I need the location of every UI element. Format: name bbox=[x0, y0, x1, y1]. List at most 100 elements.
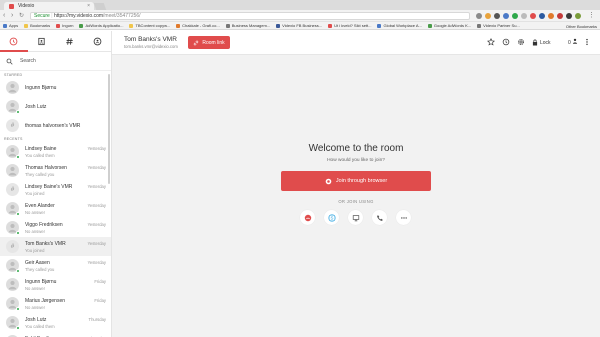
room-link-label: Room link bbox=[202, 39, 225, 46]
presence-dot bbox=[16, 307, 20, 311]
sidebar-tabs bbox=[0, 31, 111, 52]
back-icon[interactable]: ‹ bbox=[3, 12, 5, 19]
tab-close-icon[interactable]: × bbox=[87, 2, 90, 10]
star-icon[interactable] bbox=[486, 37, 496, 47]
sidebar: Search STARRED Ingunn Bjørnu Josh Lutz # th… bbox=[0, 31, 112, 337]
presence-dot bbox=[16, 231, 20, 235]
more-options-icon bbox=[400, 216, 407, 219]
extension-icon[interactable] bbox=[557, 13, 563, 19]
contact-name: Thomas Halvorsen bbox=[25, 165, 67, 171]
list-item[interactable]: Josh Lutz You called them Thursday bbox=[0, 313, 111, 332]
welcome-heading: Welcome to the room bbox=[308, 143, 404, 154]
list-item[interactable]: Viggo Fredriksen No answer Yesterday bbox=[0, 218, 111, 237]
bookmark-item[interactable]: Google AdWords K... bbox=[427, 23, 471, 28]
call-status: You joined bbox=[25, 248, 45, 253]
address-bar[interactable]: Secure | https://my.videxio.com/meet/354… bbox=[30, 12, 470, 20]
call-date: Friday bbox=[94, 279, 106, 284]
list-item[interactable]: Even Alander No answer Yesterday bbox=[0, 199, 111, 218]
room-link-button[interactable]: Room link bbox=[188, 36, 230, 49]
contact-name: Even Alander bbox=[25, 203, 55, 209]
extension-icon[interactable] bbox=[521, 13, 527, 19]
list-item[interactable]: Geir Aasen They called you Yesterday bbox=[0, 256, 111, 275]
extension-icon[interactable] bbox=[566, 13, 572, 19]
recents-header: RECENTS bbox=[4, 137, 23, 141]
bookmark-item[interactable]: Apps bbox=[3, 23, 18, 28]
list-item[interactable]: # thomas halvorsen's VMR bbox=[0, 116, 111, 135]
lock-button[interactable]: Lock bbox=[532, 37, 551, 48]
join-through-browser-button[interactable]: Join through browser bbox=[281, 171, 431, 191]
extension-icon[interactable] bbox=[485, 13, 491, 19]
list-item[interactable]: Ingunn Bjørnu No answer Friday bbox=[0, 275, 111, 294]
extension-icon[interactable] bbox=[476, 13, 482, 19]
call-date: Yesterday bbox=[87, 146, 106, 151]
tab-rooms[interactable] bbox=[56, 31, 84, 51]
contact-name: Marius Jørgensen bbox=[25, 298, 66, 304]
or-join-label: OR JOIN USING bbox=[338, 199, 374, 204]
extension-icon[interactable] bbox=[530, 13, 536, 19]
link-icon bbox=[194, 40, 199, 45]
bookmark-item[interactable]: Bookmarks bbox=[24, 23, 50, 28]
tab-recents[interactable] bbox=[0, 31, 28, 52]
call-status: You called them bbox=[25, 324, 55, 329]
call-date: Thursday bbox=[88, 317, 106, 322]
tab-contacts[interactable] bbox=[28, 31, 56, 51]
contact-name: Tom Banks's VMR bbox=[25, 241, 66, 247]
avatar bbox=[6, 81, 19, 94]
list-item[interactable]: # Tom Banks's VMR You joined Yesterday bbox=[0, 237, 111, 256]
settings-gear-icon[interactable] bbox=[516, 37, 526, 47]
bookmark-item[interactable]: AdWords Applicatio... bbox=[79, 23, 123, 28]
search-input[interactable]: Search bbox=[0, 52, 111, 71]
bookmark-item[interactable]: Videxio Partner Su... bbox=[477, 23, 520, 28]
starred-list: Ingunn Bjørnu Josh Lutz # thomas halvorsen'… bbox=[0, 78, 111, 135]
join-phone-button[interactable] bbox=[372, 210, 387, 225]
skype-join-icon: S bbox=[328, 214, 335, 221]
participant-count[interactable]: 0 bbox=[568, 38, 578, 46]
list-item[interactable]: Eskil BradleyThursday bbox=[0, 332, 111, 337]
search-placeholder: Search bbox=[20, 58, 36, 64]
list-item[interactable]: Ingunn Bjørnu bbox=[0, 78, 111, 97]
browser-menu-icon[interactable]: ⋮ bbox=[588, 11, 595, 19]
contact-name: Ingunn Bjørnu bbox=[25, 279, 57, 285]
new-tab-button[interactable] bbox=[93, 3, 107, 10]
bookmark-item[interactable]: Videxio FB Business... bbox=[276, 23, 322, 28]
join-more-button[interactable] bbox=[396, 210, 411, 225]
rooms-icon bbox=[66, 37, 73, 45]
extension-icon[interactable] bbox=[512, 13, 518, 19]
browser-tab[interactable]: Videxio × bbox=[4, 2, 94, 10]
presence-dot bbox=[16, 155, 20, 159]
other-bookmarks[interactable]: Other Bookmarks bbox=[566, 24, 597, 29]
lock-label: Lock bbox=[540, 39, 551, 46]
list-item[interactable]: Josh Lutz bbox=[0, 97, 111, 116]
extension-icon[interactable] bbox=[539, 13, 545, 19]
browser-join-icon bbox=[325, 178, 332, 184]
sidebar-scrollbar[interactable] bbox=[108, 74, 110, 184]
list-item[interactable]: Thomas Halvorsen They called you Yesterday bbox=[0, 161, 111, 180]
list-item[interactable]: # Lindsey Baine's VMR You joined Yesterday bbox=[0, 180, 111, 199]
svg-text:S: S bbox=[330, 215, 333, 220]
forward-icon[interactable]: › bbox=[11, 12, 13, 19]
tab-dialpad[interactable] bbox=[83, 31, 111, 51]
bookmark-item[interactable]: Chakkale - Grafi.co... bbox=[176, 23, 220, 28]
call-date: Yesterday bbox=[87, 165, 106, 170]
list-item[interactable]: Marius Jørgensen No answer Friday bbox=[0, 294, 111, 313]
url-path: /meet/35477256/ bbox=[103, 13, 141, 19]
more-menu-icon[interactable] bbox=[582, 37, 592, 47]
extension-icon[interactable] bbox=[575, 13, 581, 19]
join-video-system-button[interactable] bbox=[348, 210, 363, 225]
list-item[interactable]: Lindsey Baine You called them Yesterday bbox=[0, 142, 111, 161]
extension-icon[interactable] bbox=[494, 13, 500, 19]
join-app-button[interactable] bbox=[300, 210, 315, 225]
bookmark-item[interactable]: Business Managem... bbox=[225, 23, 270, 28]
extension-icon[interactable] bbox=[503, 13, 509, 19]
bookmark-item[interactable]: Global Workplace A... bbox=[377, 23, 422, 28]
extension-icon[interactable] bbox=[548, 13, 554, 19]
join-skype-button[interactable]: S bbox=[324, 210, 339, 225]
join-browser-label: Join through browser bbox=[335, 178, 388, 184]
reload-icon[interactable]: ↻ bbox=[19, 12, 24, 19]
contact-name: Ingunn Bjørnu bbox=[25, 85, 57, 91]
history-icon[interactable] bbox=[501, 37, 511, 47]
bookmark-item[interactable]: Ut i kveld? Sikt sett... bbox=[328, 23, 371, 28]
bookmark-item[interactable]: TBContent copyw... bbox=[129, 23, 170, 28]
call-status: You joined bbox=[25, 191, 45, 196]
bookmark-item[interactable]: Ingurn bbox=[56, 23, 73, 28]
